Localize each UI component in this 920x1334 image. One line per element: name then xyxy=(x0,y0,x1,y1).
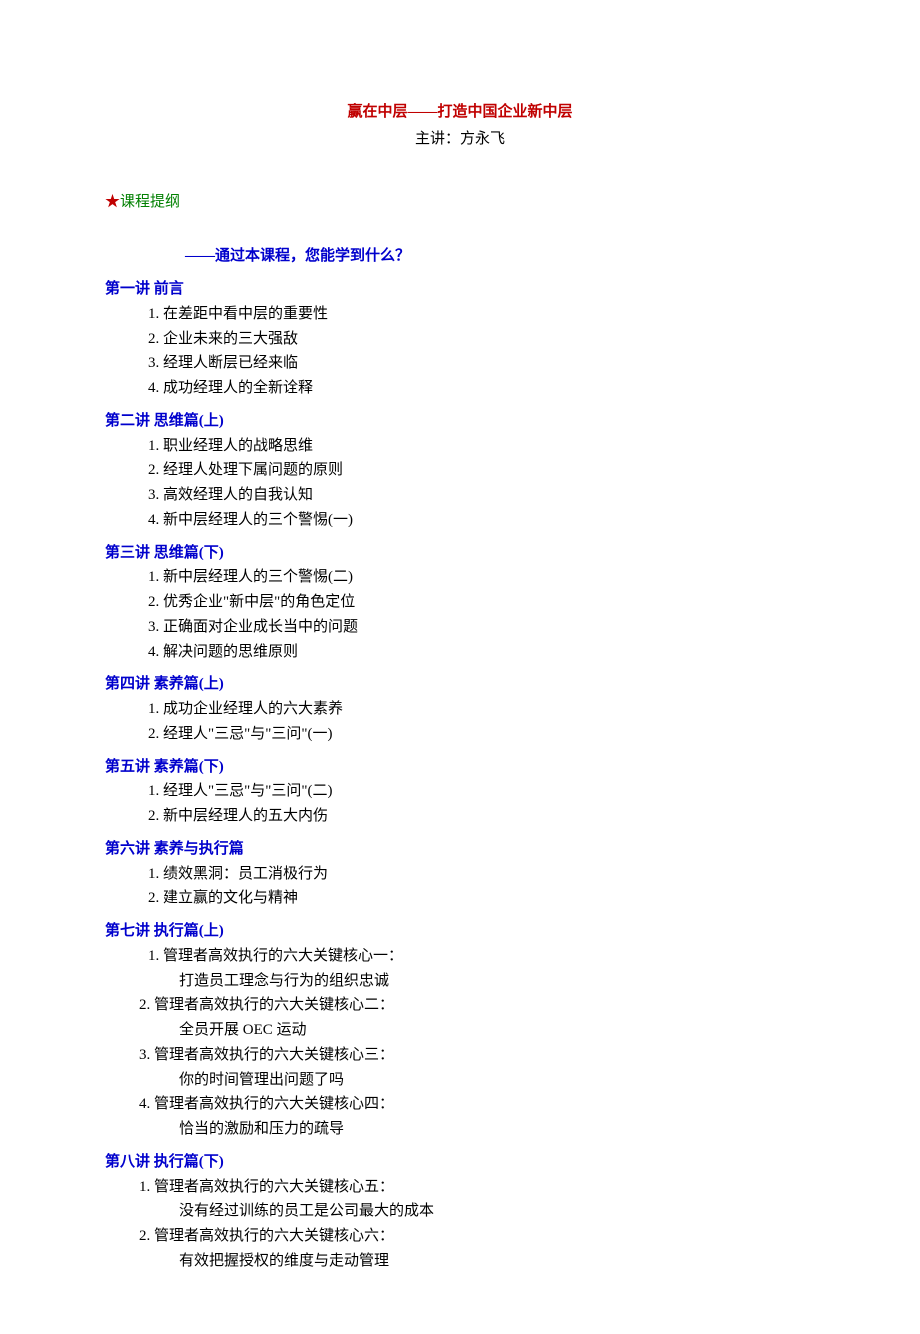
section: 第一讲 前言1. 在差距中看中层的重要性2. 企业未来的三大强敌3. 经理人断层… xyxy=(105,277,815,401)
section: 第二讲 思维篇(上)1. 职业经理人的战略思维2. 经理人处理下属问题的原则3.… xyxy=(105,409,815,533)
list-item: 2. 管理者高效执行的六大关键核心六： xyxy=(105,1224,815,1249)
list-item: 1. 管理者高效执行的六大关键核心一： xyxy=(105,944,815,969)
list-item: 没有经过训练的员工是公司最大的成本 xyxy=(105,1199,815,1224)
section-heading: 第一讲 前言 xyxy=(105,277,815,302)
section: 第四讲 素养篇(上)1. 成功企业经理人的六大素养2. 经理人"三忌"与"三问"… xyxy=(105,672,815,746)
list-item: 4. 解决问题的思维原则 xyxy=(105,640,815,665)
list-item: 有效把握授权的维度与走动管理 xyxy=(105,1249,815,1274)
outline-label-text: 课程提纲 xyxy=(120,194,180,210)
list-item: 3. 管理者高效执行的六大关键核心三： xyxy=(105,1043,815,1068)
section-heading: 第五讲 素养篇(下) xyxy=(105,755,815,780)
section: 第八讲 执行篇(下)1. 管理者高效执行的六大关键核心五：没有经过训练的员工是公… xyxy=(105,1150,815,1274)
section-heading: 第七讲 执行篇(上) xyxy=(105,919,815,944)
item-list: 1. 成功企业经理人的六大素养2. 经理人"三忌"与"三问"(一) xyxy=(105,697,815,747)
section: 第六讲 素养与执行篇1. 绩效黑洞：员工消极行为2. 建立赢的文化与精神 xyxy=(105,837,815,911)
item-list: 1. 在差距中看中层的重要性2. 企业未来的三大强敌3. 经理人断层已经来临4.… xyxy=(105,302,815,401)
presenter-line: 主讲：方永飞 xyxy=(105,127,815,152)
section-heading: 第四讲 素养篇(上) xyxy=(105,672,815,697)
list-item: 2. 建立赢的文化与精神 xyxy=(105,886,815,911)
list-item: 1. 职业经理人的战略思维 xyxy=(105,434,815,459)
list-item: 2. 经理人处理下属问题的原则 xyxy=(105,458,815,483)
list-item: 4. 新中层经理人的三个警惕(一) xyxy=(105,508,815,533)
list-item: 1. 经理人"三忌"与"三问"(二) xyxy=(105,779,815,804)
list-item: 全员开展 OEC 运动 xyxy=(105,1018,815,1043)
document-title: 赢在中层——打造中国企业新中层 xyxy=(105,100,815,125)
star-icon: ★ xyxy=(105,194,120,210)
section-heading: 第三讲 思维篇(下) xyxy=(105,541,815,566)
section-heading: 第六讲 素养与执行篇 xyxy=(105,837,815,862)
list-item: 3. 高效经理人的自我认知 xyxy=(105,483,815,508)
list-item: 4. 管理者高效执行的六大关键核心四： xyxy=(105,1092,815,1117)
list-item: 1. 绩效黑洞：员工消极行为 xyxy=(105,862,815,887)
item-list: 1. 管理者高效执行的六大关键核心五：没有经过训练的员工是公司最大的成本2. 管… xyxy=(105,1175,815,1274)
item-list: 1. 管理者高效执行的六大关键核心一：打造员工理念与行为的组织忠诚2. 管理者高… xyxy=(105,944,815,1142)
list-item: 4. 成功经理人的全新诠释 xyxy=(105,376,815,401)
course-subtitle: ——通过本课程，您能学到什么？ xyxy=(105,244,815,269)
item-list: 1. 职业经理人的战略思维2. 经理人处理下属问题的原则3. 高效经理人的自我认… xyxy=(105,434,815,533)
section: 第七讲 执行篇(上)1. 管理者高效执行的六大关键核心一：打造员工理念与行为的组… xyxy=(105,919,815,1142)
list-item: 2. 新中层经理人的五大内伤 xyxy=(105,804,815,829)
section: 第三讲 思维篇(下)1. 新中层经理人的三个警惕(二)2. 优秀企业"新中层"的… xyxy=(105,541,815,665)
sections-container: 第一讲 前言1. 在差距中看中层的重要性2. 企业未来的三大强敌3. 经理人断层… xyxy=(105,277,815,1274)
list-item: 恰当的激励和压力的疏导 xyxy=(105,1117,815,1142)
list-item: 你的时间管理出问题了吗 xyxy=(105,1068,815,1093)
list-item: 1. 新中层经理人的三个警惕(二) xyxy=(105,565,815,590)
list-item: 2. 经理人"三忌"与"三问"(一) xyxy=(105,722,815,747)
section: 第五讲 素养篇(下)1. 经理人"三忌"与"三问"(二)2. 新中层经理人的五大… xyxy=(105,755,815,829)
item-list: 1. 经理人"三忌"与"三问"(二)2. 新中层经理人的五大内伤 xyxy=(105,779,815,829)
section-heading: 第八讲 执行篇(下) xyxy=(105,1150,815,1175)
document-page: 赢在中层——打造中国企业新中层 主讲：方永飞 ★课程提纲 ——通过本课程，您能学… xyxy=(0,0,920,1334)
outline-label: ★课程提纲 xyxy=(105,190,815,215)
list-item: 1. 成功企业经理人的六大素养 xyxy=(105,697,815,722)
section-heading: 第二讲 思维篇(上) xyxy=(105,409,815,434)
list-item: 1. 管理者高效执行的六大关键核心五： xyxy=(105,1175,815,1200)
list-item: 打造员工理念与行为的组织忠诚 xyxy=(105,969,815,994)
list-item: 3. 正确面对企业成长当中的问题 xyxy=(105,615,815,640)
item-list: 1. 绩效黑洞：员工消极行为2. 建立赢的文化与精神 xyxy=(105,862,815,912)
item-list: 1. 新中层经理人的三个警惕(二)2. 优秀企业"新中层"的角色定位3. 正确面… xyxy=(105,565,815,664)
list-item: 2. 企业未来的三大强敌 xyxy=(105,327,815,352)
list-item: 1. 在差距中看中层的重要性 xyxy=(105,302,815,327)
list-item: 2. 优秀企业"新中层"的角色定位 xyxy=(105,590,815,615)
list-item: 3. 经理人断层已经来临 xyxy=(105,351,815,376)
list-item: 2. 管理者高效执行的六大关键核心二： xyxy=(105,993,815,1018)
